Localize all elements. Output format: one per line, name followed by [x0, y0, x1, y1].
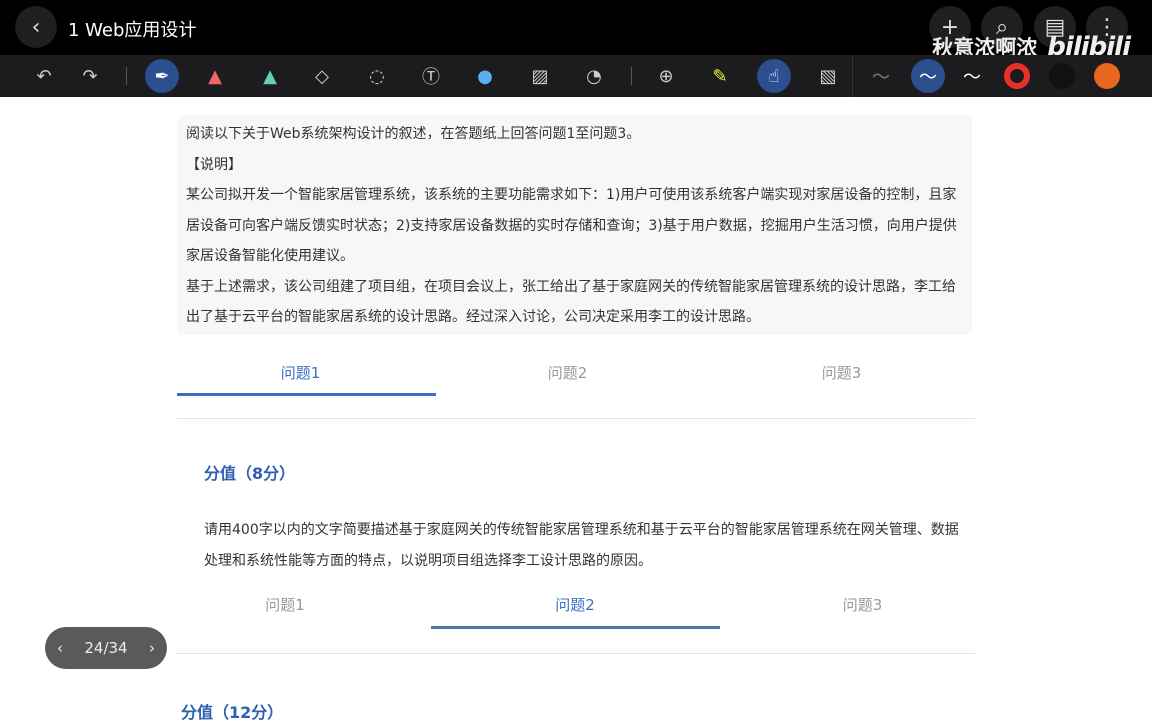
tab-question-1[interactable]: 问题1	[177, 362, 424, 383]
color-black[interactable]	[1049, 63, 1075, 89]
intro-paragraph: 基于上述需求，该公司组建了项目组，在项目会议上，张工给出了基于家庭网关的传统智能…	[186, 278, 956, 326]
stroke-medium-icon: 〜	[919, 67, 937, 88]
next-page-button[interactable]: ›	[149, 639, 155, 657]
active-tab-indicator	[431, 626, 720, 629]
stroke-medium[interactable]: 〜	[911, 59, 945, 93]
color-red[interactable]	[1004, 63, 1030, 89]
stroke-thick[interactable]: 〜	[955, 59, 989, 93]
text-tool[interactable]: Ⓣ	[414, 59, 448, 93]
tab-question-2[interactable]: 问题2	[424, 362, 711, 383]
active-tab-indicator	[177, 393, 436, 396]
divider	[852, 55, 853, 97]
zoom-tool[interactable]: ⊕	[649, 59, 683, 93]
redo-button[interactable]: ↷	[73, 59, 107, 93]
zoom-in-icon: ⊕	[658, 65, 674, 87]
text-icon: Ⓣ	[422, 67, 440, 88]
intro-paragraph: 某公司拟开发一个智能家居管理系统，该系统的主要功能需求如下：1)用户可使用该系统…	[186, 187, 957, 264]
back-button[interactable]: ‹	[15, 6, 57, 48]
q2-score: 分值（12分）	[181, 703, 284, 722]
divider	[631, 67, 632, 85]
pen-icon: ✒	[154, 65, 170, 87]
highlighter-tool[interactable]: ▲	[253, 59, 287, 93]
divider	[126, 67, 127, 85]
prev-page-button[interactable]: ‹	[57, 639, 63, 657]
sticker-icon: ◔	[586, 65, 602, 87]
tab-question-1[interactable]: 问题1	[170, 594, 400, 615]
laser-pointer-icon: ✎	[712, 65, 728, 87]
eraser-icon: ◇	[315, 65, 329, 87]
pen-tool[interactable]: ✒	[145, 59, 179, 93]
eraser-tool[interactable]: ◇	[305, 59, 339, 93]
color-orange[interactable]	[1094, 63, 1120, 89]
tab-question-3[interactable]: 问题3	[711, 362, 972, 383]
laser-pointer-tool[interactable]: ✎	[703, 59, 737, 93]
marker-tool[interactable]: ▲	[198, 59, 232, 93]
marker-icon: ▲	[208, 65, 222, 87]
q1-score: 分值（8分）	[204, 464, 296, 483]
q1-text: 请用400字以内的文字简要描述基于家庭网关的传统智能家居管理系统和基于云平台的智…	[204, 522, 959, 569]
undo-button[interactable]: ↶	[27, 59, 61, 93]
stroke-thin[interactable]: 〜	[864, 59, 898, 93]
lasso-tool[interactable]: ◌	[360, 59, 394, 93]
page-indicator: 24/34	[84, 639, 128, 657]
intro-line: 阅读以下关于Web系统架构设计的叙述，在答题纸上回答问题1至问题3。	[186, 126, 641, 142]
stroke-thick-icon: 〜	[963, 67, 981, 88]
redo-icon: ↷	[82, 65, 98, 87]
image-icon: ▨	[531, 65, 549, 87]
document-title: 1 Web应用设计	[68, 20, 197, 41]
pattern-tool[interactable]: ▧	[811, 59, 845, 93]
lasso-icon: ◌	[369, 65, 385, 87]
undo-icon: ↶	[36, 65, 52, 87]
divider	[175, 653, 975, 654]
intro-heading: 【说明】	[186, 156, 242, 173]
divider	[177, 418, 975, 419]
question-tabs: 问题1 问题2 问题3	[170, 594, 975, 615]
tab-question-2[interactable]: 问题2	[400, 594, 750, 615]
touch-draw-toggle[interactable]: ☝	[757, 59, 791, 93]
chevron-left-icon: ‹	[31, 14, 41, 40]
drawing-toolbar: ↶ ↷ ✒ ▲ ▲ ◇ ◌ Ⓣ ● ▨ ◔ ⊕ ✎ ☝ ▧ 〜 〜 〜	[0, 55, 1152, 97]
shape-icon: ●	[477, 65, 493, 87]
question-tabs: 问题1 问题2 问题3	[177, 362, 972, 383]
image-tool[interactable]: ▨	[523, 59, 557, 93]
stroke-thin-icon: 〜	[872, 67, 890, 88]
highlighter-icon: ▲	[263, 65, 277, 87]
hand-off-icon: ☝	[768, 65, 780, 87]
sticker-tool[interactable]: ◔	[577, 59, 611, 93]
pattern-icon: ▧	[819, 65, 837, 87]
question-intro: 阅读以下关于Web系统架构设计的叙述，在答题纸上回答问题1至问题3。 【说明】 …	[178, 115, 972, 335]
page-navigator: ‹ 24/34 ›	[45, 627, 167, 669]
top-bar: ‹ 1 Web应用设计 + ⌕ ▤ ⋮ 秋意浓啊浓 bilibili	[0, 0, 1152, 62]
tab-question-3[interactable]: 问题3	[750, 594, 975, 615]
shape-tool[interactable]: ●	[468, 59, 502, 93]
